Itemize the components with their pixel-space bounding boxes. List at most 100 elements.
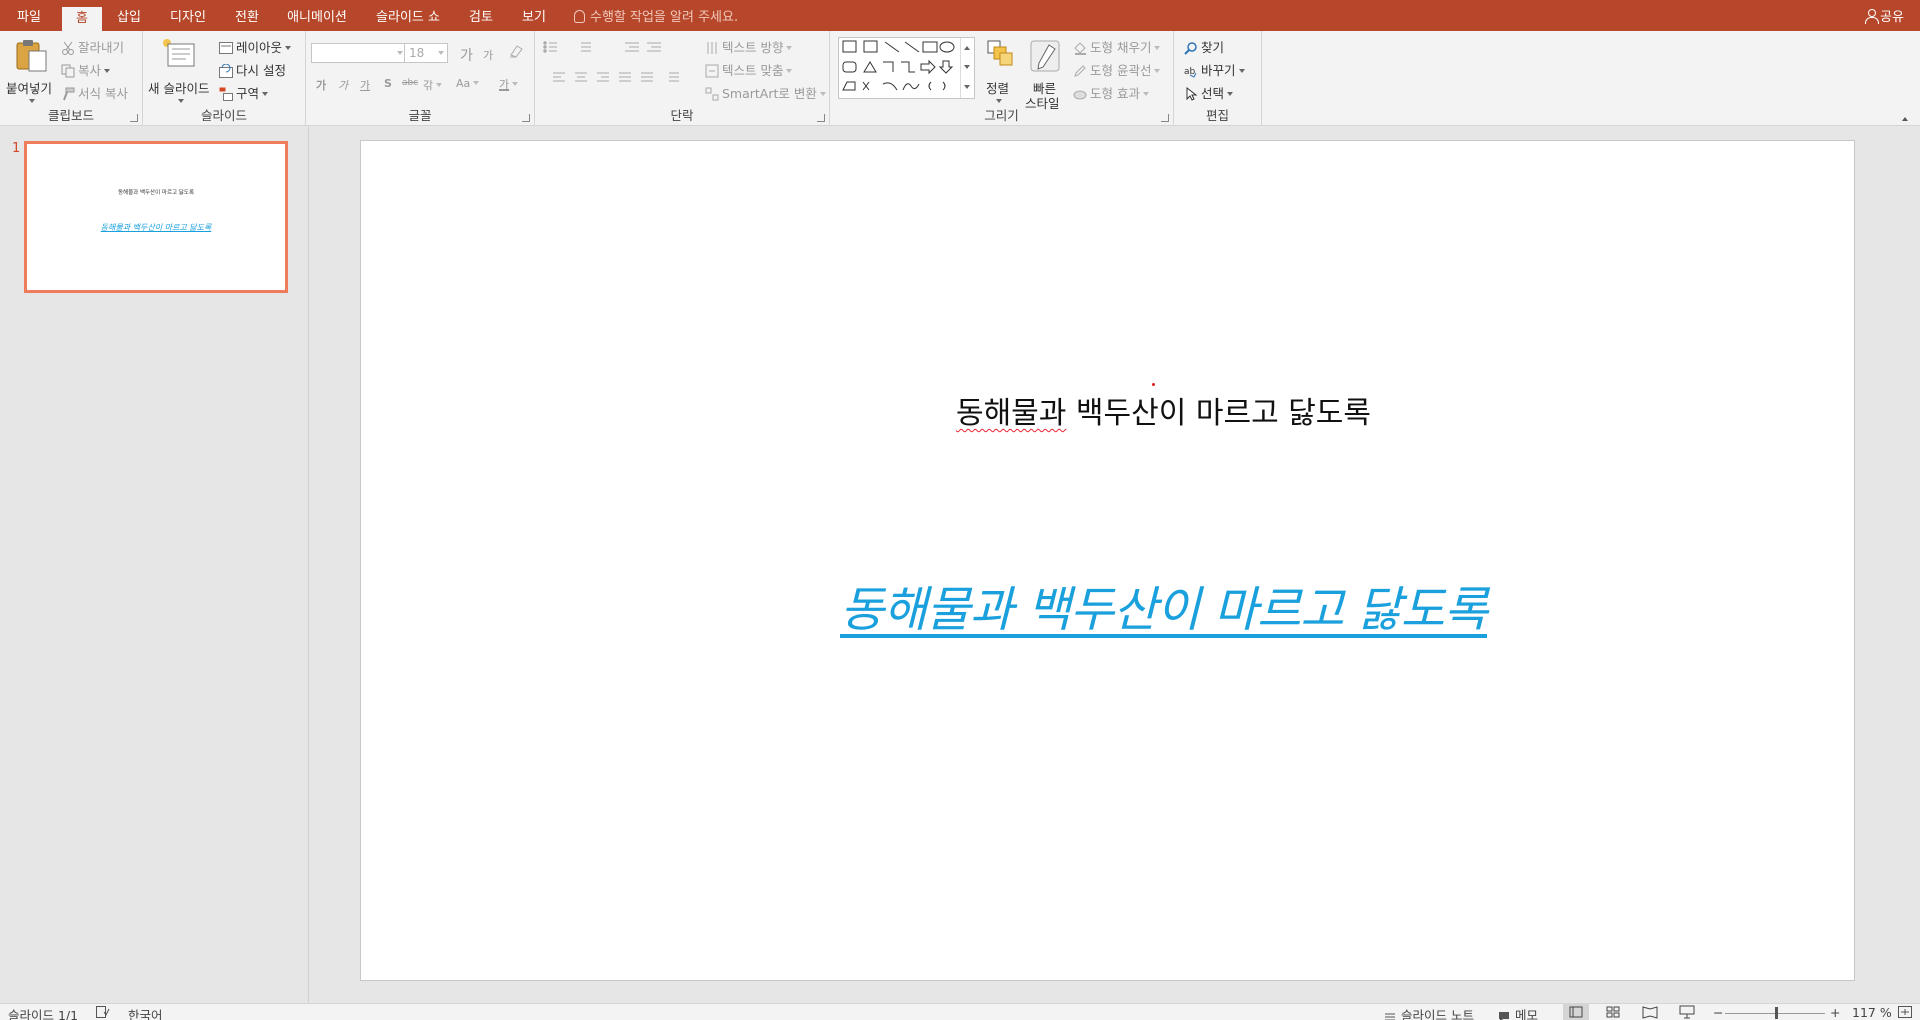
slide-hyperlink-text[interactable]: 동해물과 백두산이 마르고 닳도록 — [360, 570, 1855, 640]
smartart-button[interactable]: SmartArt로 변환 — [705, 83, 826, 102]
clipboard-launcher-icon[interactable] — [130, 114, 138, 122]
new-slide-button[interactable]: 새 슬라이드 — [148, 37, 212, 103]
bold-button[interactable]: 가 — [316, 77, 326, 93]
chevron-down-icon — [1142, 92, 1149, 96]
paragraph-format-icons[interactable] — [541, 39, 681, 99]
copy-button[interactable]: 복사 — [61, 60, 111, 79]
shape-outline-button[interactable]: 도형 윤곽선 — [1073, 60, 1161, 79]
font-color-label: 가 — [499, 78, 510, 91]
layout-label: 레이아웃 — [236, 40, 283, 55]
slide-thumbnail[interactable]: 동해물과 백두산이 마르고 닳도록 동해물과 백두산이 마르고 닳도록 — [24, 141, 288, 293]
font-name-select[interactable] — [311, 43, 407, 63]
zoom-out-button[interactable]: − — [1713, 1005, 1723, 1020]
font-color-button[interactable]: 가 — [499, 76, 519, 92]
quick-styles-button[interactable]: 빠른 스타일 — [1022, 37, 1068, 111]
zoom-in-button[interactable]: + — [1830, 1005, 1840, 1020]
reset-label: 다시 설정 — [236, 63, 286, 78]
align-text-button[interactable]: 텍스트 맞춤 — [705, 60, 793, 79]
reading-view-icon[interactable] — [1637, 1004, 1663, 1020]
paragraph-launcher-icon[interactable] — [817, 114, 825, 122]
slides-group-label: 슬라이드 — [200, 108, 247, 123]
comments-button[interactable]: 메모 — [1498, 1005, 1538, 1020]
reset-button[interactable]: 다시 설정 — [219, 60, 286, 79]
slideshow-view-icon[interactable] — [1674, 1004, 1700, 1020]
language-indicator[interactable]: 한국어 — [128, 1005, 163, 1020]
normal-view-icon[interactable] — [1563, 1004, 1589, 1020]
change-case-button[interactable]: Aa — [456, 77, 480, 90]
person-icon — [1865, 9, 1880, 24]
share-button[interactable]: 공유 — [1865, 0, 1904, 31]
tell-me-search[interactable]: 수행할 작업을 알려 주세요. — [574, 0, 738, 31]
layout-icon — [219, 41, 233, 55]
notes-button[interactable]: 슬라이드 노트 — [1384, 1005, 1474, 1020]
cursor-icon — [1184, 86, 1198, 101]
chevron-down-icon — [786, 46, 793, 50]
drawing-launcher-icon[interactable] — [1161, 114, 1169, 122]
slide-sorter-view-icon[interactable] — [1600, 1004, 1626, 1020]
find-button[interactable]: 찾기 — [1184, 37, 1224, 56]
more-icon — [964, 85, 970, 89]
shapes-gallery[interactable] — [838, 37, 975, 99]
slide-canvas[interactable] — [360, 140, 1855, 981]
arrange-label: 정렬 — [986, 81, 1010, 96]
section-icon — [219, 87, 233, 101]
status-bar: 슬라이드 1/1 한국어 슬라이드 노트 메모 − + 117 % — [0, 1003, 1920, 1020]
shape-fill-button[interactable]: 도형 채우기 — [1073, 37, 1161, 56]
tab-home[interactable]: 홈 — [62, 7, 102, 31]
arrange-button[interactable]: 정렬 — [983, 37, 1017, 103]
shrink-font-button[interactable]: 가 — [483, 47, 493, 63]
fit-to-window-icon[interactable] — [1898, 1006, 1912, 1020]
paste-button[interactable]: 붙여넣기 — [6, 37, 56, 103]
cut-button[interactable]: 잘라내기 — [61, 37, 124, 56]
select-button[interactable]: 선택 — [1184, 83, 1234, 102]
spellcheck-icon[interactable] — [96, 1006, 110, 1020]
tab-review[interactable]: 검토 — [462, 0, 500, 31]
select-label: 선택 — [1201, 86, 1225, 101]
tell-me-text: 수행할 작업을 알려 주세요. — [590, 10, 739, 25]
chevron-up-icon — [964, 46, 970, 50]
section-button[interactable]: 구역 — [219, 83, 269, 102]
chevron-down-icon — [473, 81, 480, 85]
shape-effects-button[interactable]: 도형 효과 — [1073, 83, 1149, 102]
tab-animations[interactable]: 애니메이션 — [280, 0, 354, 31]
shadow-button[interactable]: S — [384, 77, 392, 90]
tab-transitions[interactable]: 전환 — [227, 0, 267, 31]
drawing-group: 정렬 빠른 스타일 도형 채우기 도형 윤곽선 도형 효과 그리기 — [830, 31, 1174, 126]
reset-icon — [219, 63, 233, 78]
format-painter-button[interactable]: 서식 복사 — [61, 83, 128, 102]
tab-slide-show[interactable]: 슬라이드 쇼 — [368, 0, 448, 31]
chevron-down-icon — [285, 46, 292, 50]
tab-design[interactable]: 디자인 — [163, 0, 213, 31]
copy-label: 복사 — [78, 63, 102, 78]
comments-label: 메모 — [1515, 1008, 1539, 1020]
thumbnail-link: 동해물과 백두산이 마르고 닳도록 — [100, 223, 212, 232]
zoom-level[interactable]: 117 % — [1852, 1005, 1892, 1020]
shape-effects-icon — [1073, 87, 1087, 101]
section-label: 구역 — [236, 86, 260, 101]
font-size-select[interactable]: 18 — [404, 43, 448, 63]
tab-insert[interactable]: 삽입 — [110, 0, 148, 31]
shapes-scroll[interactable] — [960, 38, 974, 98]
misspelled-word: 동해물과 — [955, 396, 1067, 431]
underline-button[interactable]: 가 — [360, 77, 370, 93]
font-launcher-icon[interactable] — [522, 114, 530, 122]
layout-button[interactable]: 레이아웃 — [219, 37, 292, 56]
grow-font-button[interactable]: 가 — [460, 45, 473, 65]
editing-group: 찾기 ab 바꾸기 선택 편집 — [1174, 31, 1262, 126]
italic-button[interactable]: 가 — [338, 77, 348, 93]
collapse-ribbon-icon[interactable] — [1902, 111, 1908, 126]
text-direction-button[interactable]: 텍스트 방향 — [705, 37, 793, 56]
red-marker-dot — [1152, 383, 1155, 386]
paragraph-group: 텍스트 방향 텍스트 맞춤 SmartArt로 변환 단락 — [535, 31, 830, 126]
replace-button[interactable]: ab 바꾸기 — [1184, 60, 1245, 79]
comment-icon — [1498, 1011, 1512, 1020]
pencil-icon — [1073, 64, 1087, 78]
tab-file[interactable]: 파일 — [10, 0, 48, 31]
shape-outline-label: 도형 윤곽선 — [1090, 63, 1152, 78]
zoom-slider-thumb[interactable] — [1775, 1007, 1778, 1019]
strikethrough-button[interactable]: abc — [402, 78, 418, 88]
slide-title-text[interactable]: 동해물과 백두산이 마르고 닳도록 — [360, 388, 1855, 432]
tab-view[interactable]: 보기 — [515, 0, 553, 31]
clear-formatting-icon[interactable] — [508, 43, 524, 62]
character-spacing-button[interactable]: 갂 — [423, 77, 443, 93]
